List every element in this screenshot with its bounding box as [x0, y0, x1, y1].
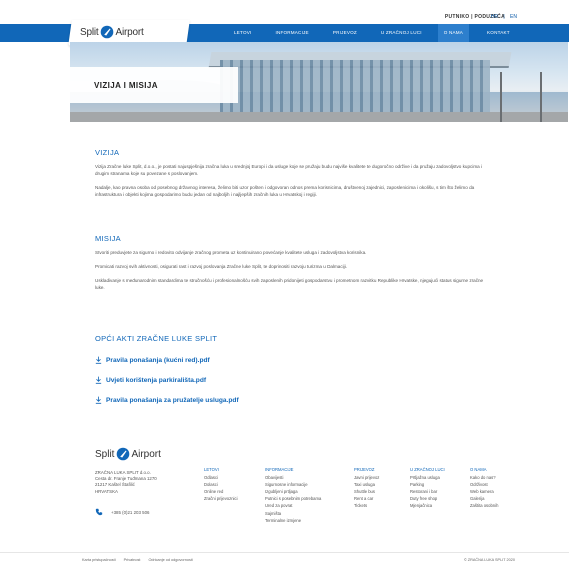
footer-link[interactable]: Prtljažna usluga — [410, 474, 445, 481]
footer-column: U ZRAČNOJ LUCI Prtljažna usluga Parking Res… — [410, 466, 445, 510]
footer-link[interactable]: Sigurnosne informacije — [265, 481, 321, 488]
misija-heading: MISIJA — [95, 234, 121, 243]
vizija-paragraph-1: Vizija Zračne luke Split, d.o.o., je pos… — [95, 164, 483, 176]
vizija-paragraph-2: Nadalje, kao pravna osoba od posebnog dr… — [95, 185, 475, 197]
misija-paragraph-1: Stvoriti preduvjete za sigurno i redovit… — [95, 250, 367, 255]
legal-links: Karta pristupačnosti Privatnost Odricanj… — [82, 558, 201, 562]
footer-link[interactable]: Izgubljeni prtljaga — [265, 488, 321, 495]
footer-link[interactable]: Javni prijevoz — [354, 474, 379, 481]
footer-phone[interactable]: +385 (0)21 203 506 — [95, 508, 149, 516]
footer-link[interactable]: Web kamera — [470, 488, 498, 495]
footer-link[interactable]: Ured za povrat — [265, 502, 321, 509]
footer-link[interactable]: Putnici s posebnim potrebama — [265, 495, 321, 502]
misija-paragraph-2: Promicati razvoj svih aktivnosti, osigur… — [95, 264, 347, 269]
footer-link[interactable]: Terminalne izmjene — [265, 517, 321, 524]
footer-column: INFORMACIJE Obavijesti Sigurnosne informac… — [265, 466, 321, 524]
footer-column-heading[interactable]: U ZRAČNOJ LUCI — [410, 466, 445, 473]
nav-item-letovi[interactable]: LETOVI — [228, 24, 257, 42]
footer-link[interactable]: Rent a car — [354, 495, 379, 502]
lang-en[interactable]: EN — [510, 14, 517, 20]
pdf-link-label: Pravila ponašanja (kućni red).pdf — [106, 356, 210, 364]
footer-link[interactable]: Duty free shop — [410, 495, 445, 502]
footer-link[interactable]: Odlasci — [204, 474, 238, 481]
download-icon — [95, 376, 102, 384]
site-logo[interactable]: Split Airport — [80, 21, 144, 43]
lang-separator: | — [503, 14, 505, 20]
nav-list: LETOVI INFORMACIJE PRIJEVOZ U ZRAČNOJ LUCI O… — [228, 24, 528, 42]
footer-column: O NAMA Kako do nas? Održivost Web kamera Gal… — [470, 466, 498, 510]
download-icon — [95, 356, 102, 364]
lang-hr[interactable]: HR — [491, 14, 498, 20]
logo-mark-icon — [117, 447, 130, 461]
footer-column: LETOVI Odlasci Dolasci Online red Zračni pri… — [204, 466, 238, 502]
page-title: VIZIJA I MISIJA — [94, 80, 158, 90]
footer-link[interactable]: Dolasci — [204, 481, 238, 488]
footer-address: ZRAČNA LUKA SPLIT d.o.o. Cesta dr. Franj… — [95, 470, 175, 495]
footer-link[interactable]: Tickets — [354, 502, 379, 509]
footer-link[interactable]: Restorani i bar — [410, 488, 445, 495]
logo-text-split: Split — [80, 26, 99, 38]
phone-icon — [95, 508, 103, 516]
footer-logo-text-split: Split — [95, 448, 115, 460]
section-opci-akti: OPĆI AKTI ZRAČNE LUKE SPLIT Pravila pona… — [95, 334, 485, 415]
footer-column-heading[interactable]: PRIJEVOZ — [354, 466, 379, 473]
pdf-link-parkiraliste[interactable]: Uvjeti korištenja parkirališta.pdf — [95, 375, 485, 385]
legal-link-disclaimer[interactable]: Odricanje od odgovornosti — [148, 558, 192, 562]
footer-column: PRIJEVOZ Javni prijevoz Taxi usluga Shuttle… — [354, 466, 379, 510]
copyright: © ZRAČNA LUKA SPLIT 2020 — [463, 558, 515, 562]
logo-text-airport: Airport — [115, 26, 144, 38]
footer-link[interactable]: Mjenjačnica — [410, 502, 445, 509]
nav-item-o-nama[interactable]: O NAMA — [437, 24, 470, 42]
footer-bottom-bar: Karta pristupačnosti Privatnost Odricanj… — [0, 552, 569, 567]
pdf-link-label: Uvjeti korištenja parkirališta.pdf — [106, 376, 207, 384]
footer-link[interactable]: Shuttle bus — [354, 488, 379, 495]
section-misija: MISIJA Stvoriti preduvjete za sigurno i … — [95, 234, 485, 298]
logo-mark-icon — [101, 25, 114, 39]
legal-link-accessibility[interactable]: Karta pristupačnosti — [82, 558, 116, 562]
footer-link[interactable]: Online red — [204, 488, 238, 495]
nav-item-u-zračnoj-luci[interactable]: U ZRAČNOJ LUCI — [375, 24, 428, 42]
footer-link[interactable]: Obavijesti — [265, 474, 321, 481]
legal-link-privacy[interactable]: Privatnost — [124, 558, 141, 562]
footer-link[interactable]: Galerija — [470, 495, 498, 502]
misija-paragraph-3: Uskladivanje s međunarodnim standardima … — [95, 278, 484, 290]
footer-column-heading[interactable]: O NAMA — [470, 466, 498, 473]
footer-logo[interactable]: Split Airport — [95, 445, 161, 463]
footer-link[interactable]: Taxi usluga — [354, 481, 379, 488]
footer-logo-text-airport: Airport — [131, 448, 161, 460]
page-title-box: VIZIJA I MISIJA — [70, 67, 238, 103]
address-line: HRVATSKA — [95, 488, 118, 494]
hero-light-pole — [500, 72, 502, 122]
nav-item-informacije[interactable]: INFORMACIJE — [269, 24, 314, 42]
pdf-link-pruzatelji-usluga[interactable]: Pravila ponašanja za pružatelje usluga.p… — [95, 395, 485, 405]
akti-heading: OPĆI AKTI ZRAČNE LUKE SPLIT — [95, 334, 218, 343]
vizija-heading: VIZIJA — [95, 148, 120, 157]
nav-item-prijevoz[interactable]: PRIJEVOZ — [327, 24, 363, 42]
phone-number: +385 (0)21 203 506 — [111, 509, 150, 515]
footer-column-heading[interactable]: LETOVI — [204, 466, 238, 473]
nav-item-kontakt[interactable]: KONTAKT — [481, 24, 516, 42]
pdf-link-kucni-red[interactable]: Pravila ponašanja (kućni red).pdf — [95, 355, 485, 365]
footer-link[interactable]: Parking — [410, 481, 445, 488]
section-vizija: VIZIJA Vizija Zračne luke Split, d.o.o.,… — [95, 148, 485, 205]
footer-column-heading[interactable]: INFORMACIJE — [265, 466, 321, 473]
footer-link[interactable]: Sajmišta — [265, 510, 321, 517]
hero-ground — [70, 112, 568, 122]
footer-link[interactable]: Zračni prijevoznici — [204, 495, 238, 502]
download-icon — [95, 396, 102, 404]
pdf-link-label: Pravila ponašanja za pružatelje usluga.p… — [106, 396, 239, 404]
page: PUTNIKO | PODUZEĆA HR | EN LETOVI INFORMA… — [0, 0, 569, 567]
hero-light-pole — [540, 72, 542, 122]
footer-link[interactable]: Kako do nas? — [470, 474, 498, 481]
language-switch: HR | EN — [487, 14, 517, 20]
footer-link[interactable]: Zaštita osobnih — [470, 502, 498, 509]
footer-link[interactable]: Održivost — [470, 481, 498, 488]
